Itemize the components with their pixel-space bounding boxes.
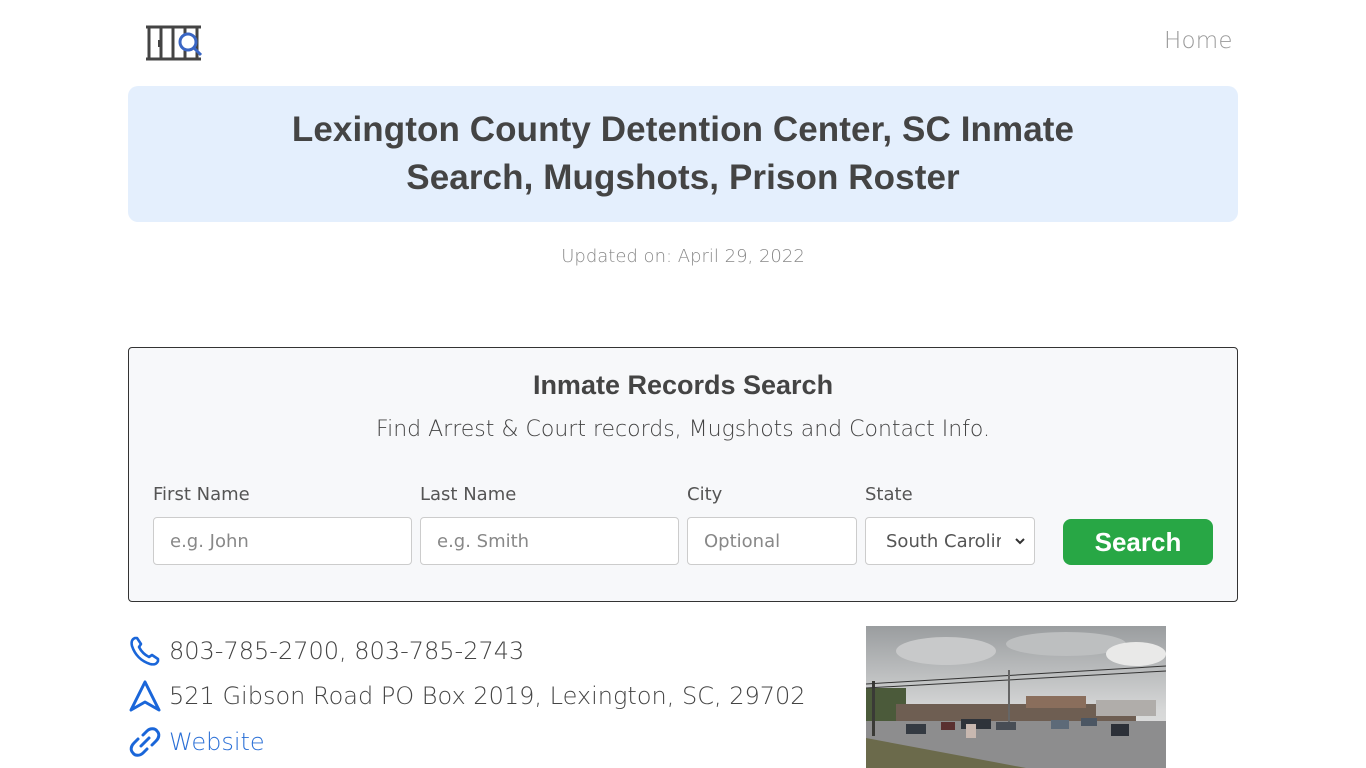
website-row: Website	[128, 725, 265, 759]
state-select-value: South Carolir	[886, 530, 1001, 552]
phone-icon	[128, 634, 162, 668]
search-subtitle: Find Arrest & Court records, Mugshots an…	[376, 417, 990, 442]
first-name-input[interactable]	[153, 517, 412, 565]
last-name-label: Last Name	[420, 484, 517, 505]
updated-date: Updated on: April 29, 2022	[561, 246, 805, 267]
chevron-down-icon	[1015, 538, 1025, 545]
phone-row: 803-785-2700, 803-785-2743	[128, 634, 524, 668]
address-row: 521 Gibson Road PO Box 2019, Lexington, …	[128, 679, 806, 713]
search-button[interactable]: Search	[1063, 519, 1213, 565]
phone-numbers: 803-785-2700, 803-785-2743	[169, 637, 525, 665]
nav-home-link[interactable]: Home	[1164, 28, 1233, 54]
state-select[interactable]: South Carolir	[865, 517, 1035, 565]
city-input[interactable]	[687, 517, 857, 565]
jail-bars-search-icon	[146, 25, 203, 61]
first-name-label: First Name	[153, 484, 250, 505]
search-title: Inmate Records Search	[532, 370, 834, 400]
last-name-input[interactable]	[420, 517, 679, 565]
page-title: Lexington County Detention Center, SC In…	[291, 110, 1075, 197]
hero-banner: Lexington County Detention Center, SC In…	[128, 86, 1238, 222]
facility-photo	[866, 626, 1166, 768]
state-label: State	[865, 484, 913, 505]
address-text: 521 Gibson Road PO Box 2019, Lexington, …	[169, 682, 806, 710]
city-label: City	[687, 484, 723, 505]
link-icon	[128, 725, 162, 759]
navigation-arrow-icon	[128, 679, 162, 713]
facility-street-view-image	[866, 626, 1166, 768]
website-link[interactable]: Website	[169, 728, 265, 756]
site-logo[interactable]	[145, 24, 207, 64]
inmate-search-form: Inmate Records Search Find Arrest & Cour…	[128, 347, 1238, 602]
